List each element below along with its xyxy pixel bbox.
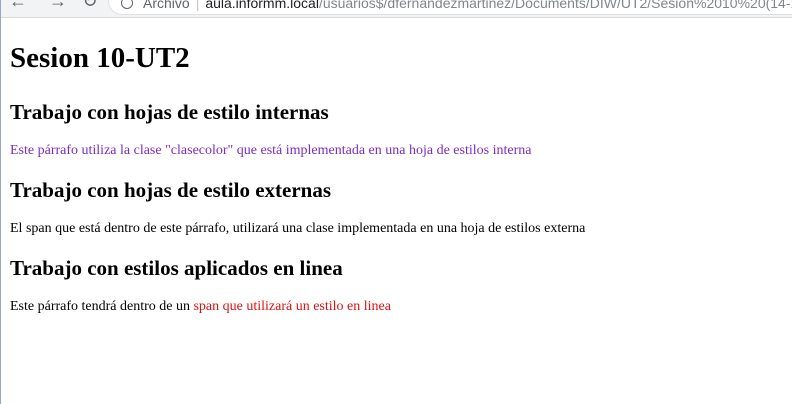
browser-window: ← → ↻ Archivo | aula.informm.local/usuario… xyxy=(0,0,792,404)
paragraph-external-styles: El span que está dentro de este párrafo,… xyxy=(10,221,586,236)
section-heading-internal-styles: Trabajo con hojas de estilo internas xyxy=(10,100,329,124)
paragraph-inline-styles: Este párrafo tendrá dentro de un span qu… xyxy=(10,299,792,315)
browser-toolbar: ← → ↻ Archivo | aula.informm.local/usuario… xyxy=(1,0,792,18)
address-bar-path: /usuarios$/dfernandezmartinez/Documents/… xyxy=(318,0,792,11)
page-content: Sesion 10-UT2 Trabajo con hojas de estil… xyxy=(10,18,792,315)
section-heading-external-styles: Trabajo con hojas de estilo externas xyxy=(10,178,331,202)
address-bar-label: Archivo xyxy=(143,0,190,11)
page-title: Sesion 10-UT2 xyxy=(10,42,190,74)
address-bar-text[interactable]: Archivo | aula.informm.local/usuarios$/dfe… xyxy=(143,0,792,11)
forward-arrow-icon[interactable]: → xyxy=(47,0,69,12)
address-bar[interactable]: Archivo | aula.informm.local/usuarios$/dfe… xyxy=(109,0,792,14)
reload-icon[interactable]: ↻ xyxy=(79,0,101,12)
section-heading-inline-styles: Trabajo con estilos aplicados en linea xyxy=(10,256,343,280)
address-bar-host: aula.informm.local xyxy=(205,0,319,11)
inline-styled-span: span que utilizará un estilo en linea xyxy=(193,299,391,314)
paragraph-inline-text: Este párrafo tendrá dentro de un xyxy=(10,299,194,314)
paragraph-internal-styles: Este párrafo utiliza la clase "clasecolo… xyxy=(10,143,532,158)
back-arrow-icon[interactable]: ← xyxy=(7,0,29,12)
info-icon[interactable] xyxy=(121,0,133,9)
